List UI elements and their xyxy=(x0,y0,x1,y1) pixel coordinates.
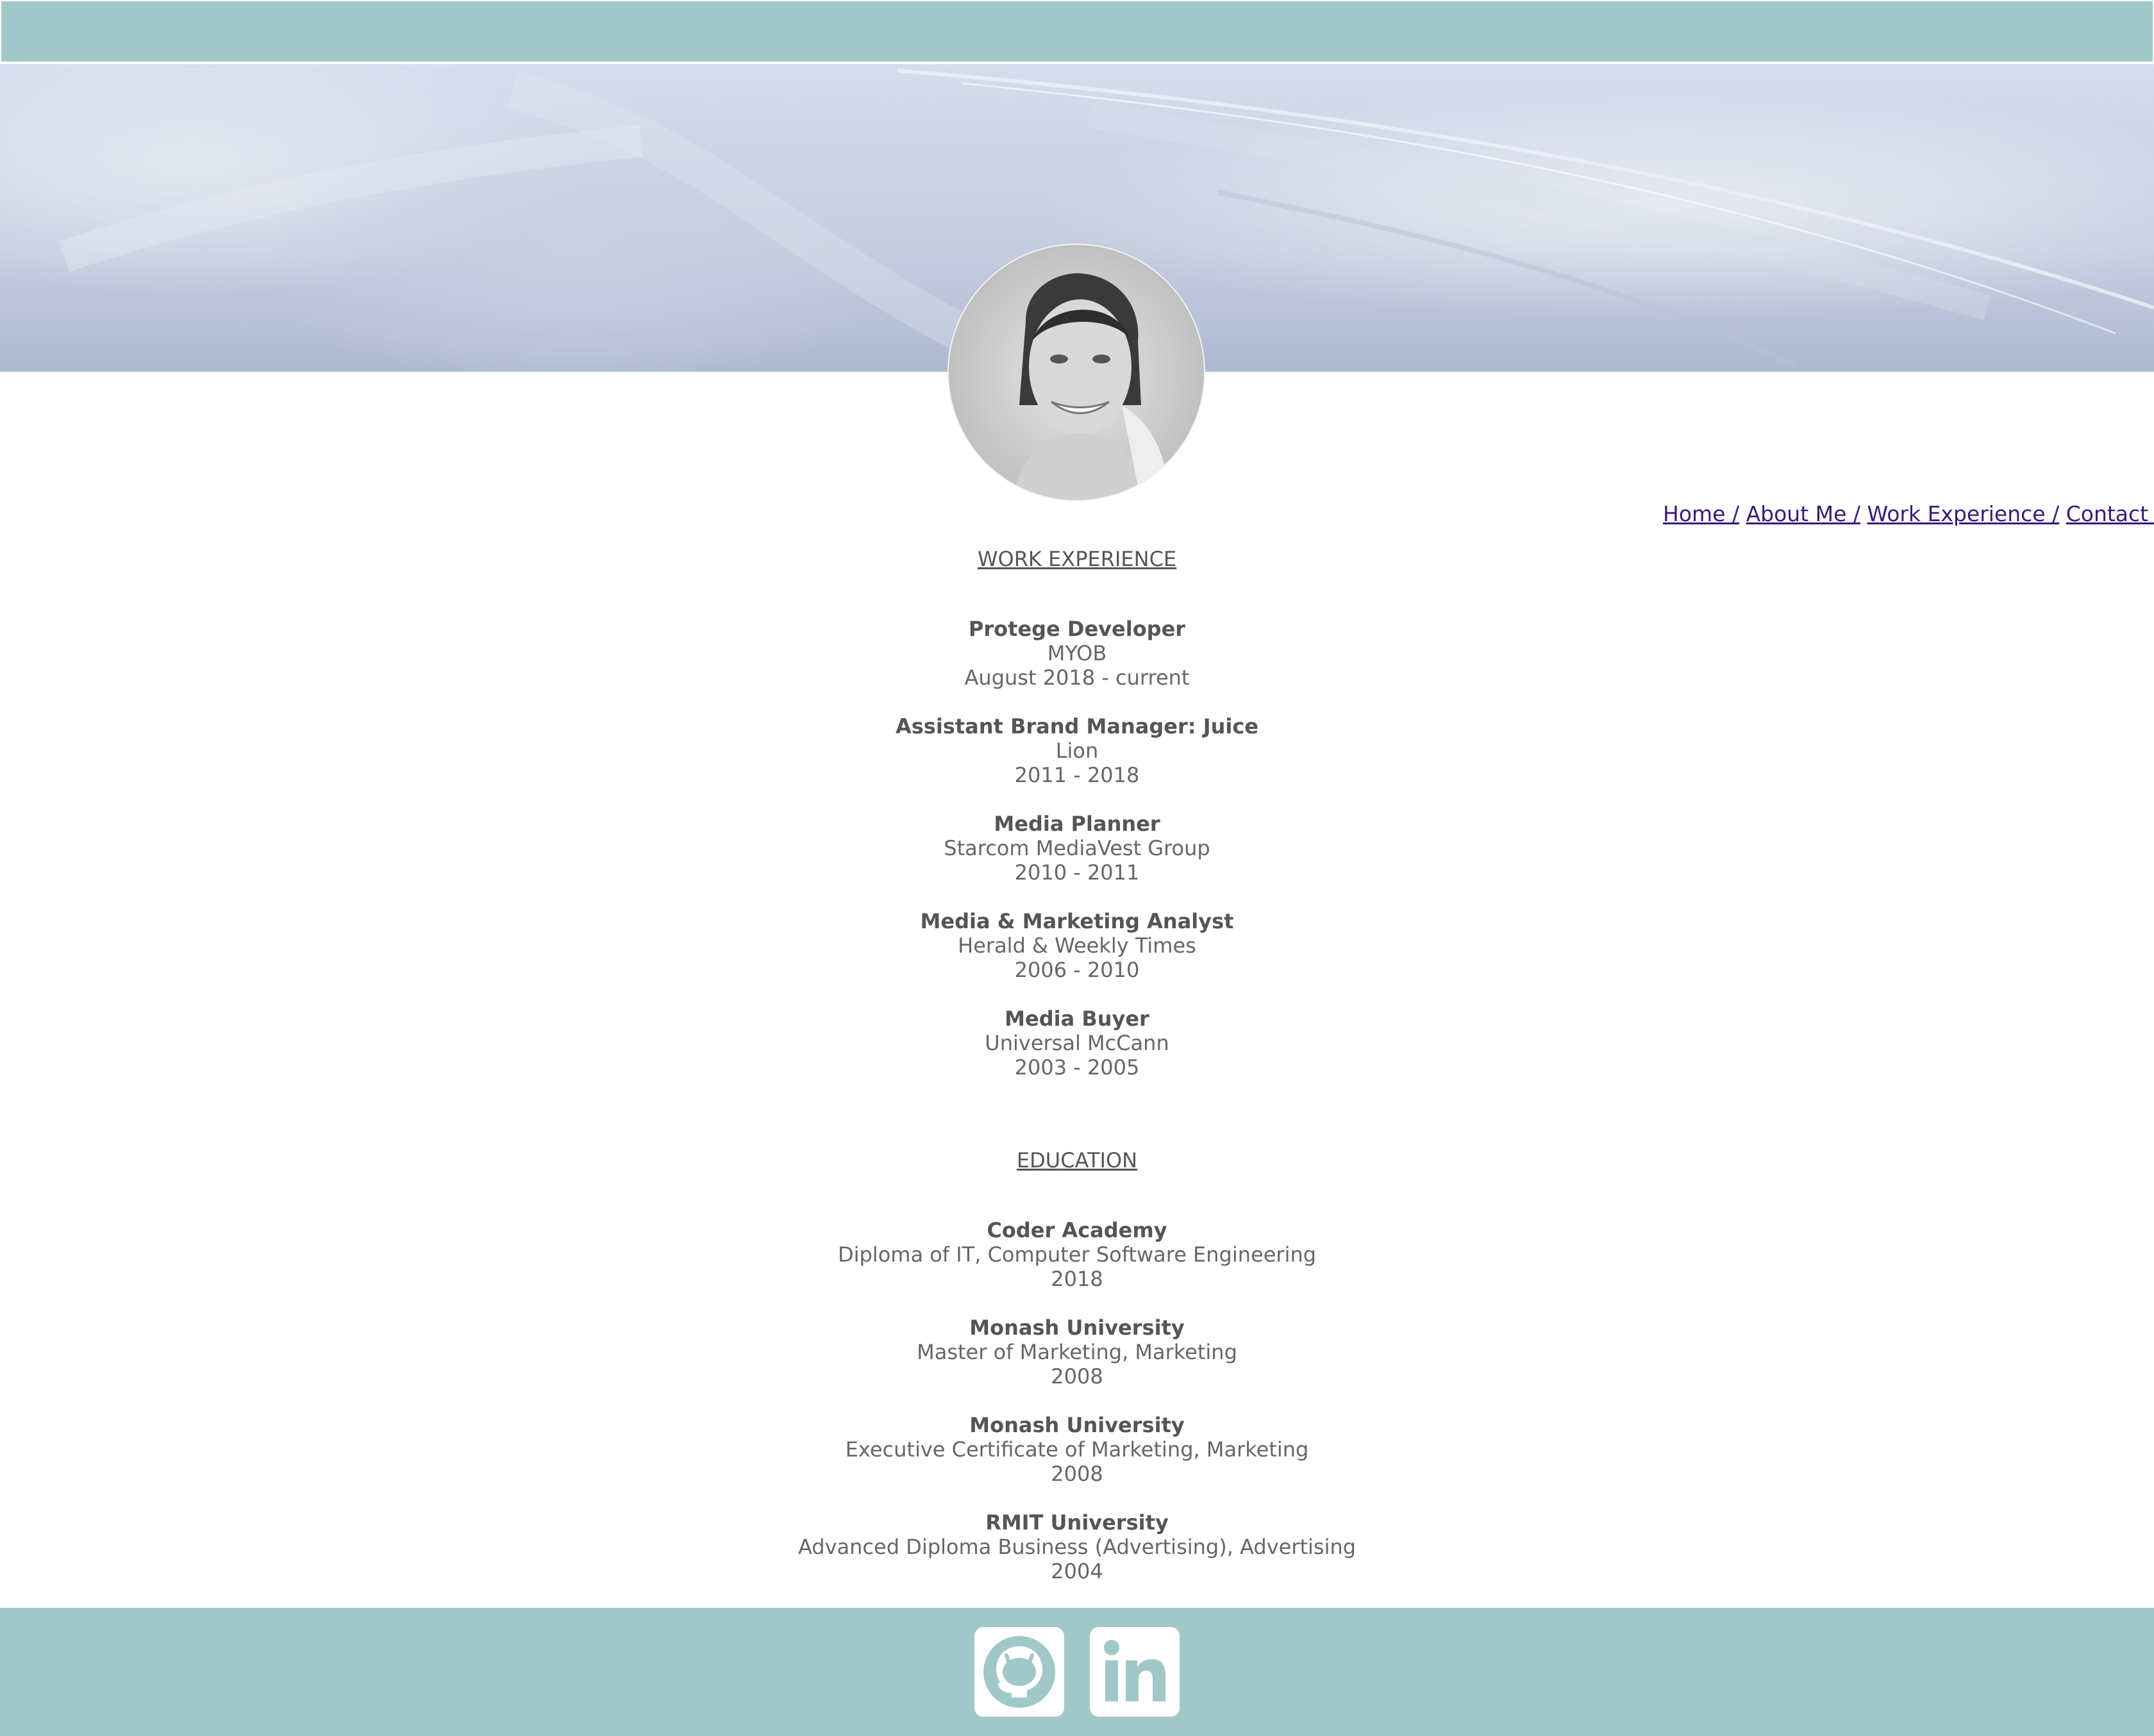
education-entry: Monash University Master of Marketing, M… xyxy=(0,1315,2154,1389)
nav-home-link[interactable]: Home / xyxy=(1663,501,1739,526)
job-title: Media Planner xyxy=(994,812,1160,836)
github-icon xyxy=(983,1636,1055,1708)
graduation-year: 2004 xyxy=(1051,1559,1103,1583)
portrait-image xyxy=(949,245,1204,500)
graduation-year: 2008 xyxy=(1051,1364,1103,1389)
education-entry: Coder Academy Diploma of IT, Computer So… xyxy=(0,1218,2154,1291)
school-name: Monash University xyxy=(969,1413,1185,1437)
school-name: Coder Academy xyxy=(987,1218,1167,1242)
job-title: Media Buyer xyxy=(1005,1006,1149,1031)
course-name: Diploma of IT, Computer Software Enginee… xyxy=(837,1242,1317,1267)
company-name: MYOB xyxy=(1047,641,1107,665)
job-dates: 2011 - 2018 xyxy=(1014,763,1140,787)
course-name: Advanced Diploma Business (Advertising),… xyxy=(797,1535,1357,1559)
work-entry: Media Buyer Universal McCann 2003 - 2005 xyxy=(0,1006,2154,1080)
work-entry: Assistant Brand Manager: Juice Lion 2011… xyxy=(0,714,2154,787)
nav-contact-link[interactable]: Contact Me xyxy=(2066,501,2154,526)
education-heading: EDUCATION xyxy=(1016,1148,1138,1173)
linkedin-icon xyxy=(1104,1640,1165,1701)
work-entry: Protege Developer MYOB August 2018 - cur… xyxy=(0,617,2154,690)
graduation-year: 2008 xyxy=(1051,1462,1103,1486)
linkedin-link[interactable] xyxy=(1090,1627,1180,1717)
job-dates: August 2018 - current xyxy=(964,665,1190,690)
school-name: RMIT University xyxy=(985,1510,1169,1535)
job-dates: 2010 - 2011 xyxy=(1014,860,1140,885)
company-name: Starcom MediaVest Group xyxy=(944,836,1210,860)
company-name: Lion xyxy=(1055,739,1099,763)
main-nav: Home / About Me / Work Experience / Cont… xyxy=(1663,500,2154,528)
work-entry: Media Planner Starcom MediaVest Group 20… xyxy=(0,812,2154,885)
company-name: Herald & Weekly Times xyxy=(958,933,1196,958)
course-name: Master of Marketing, Marketing xyxy=(917,1340,1237,1364)
graduation-year: 2018 xyxy=(1051,1267,1103,1291)
nav-work-experience-link[interactable]: Work Experience / xyxy=(1867,501,2060,526)
job-title: Protege Developer xyxy=(968,617,1186,641)
job-dates: 2006 - 2010 xyxy=(1014,958,1140,982)
work-entry: Media & Marketing Analyst Herald & Weekl… xyxy=(0,909,2154,982)
job-dates: 2003 - 2005 xyxy=(1014,1055,1140,1080)
footer xyxy=(0,1608,2154,1736)
company-name: Universal McCann xyxy=(985,1031,1169,1055)
job-title: Assistant Brand Manager: Juice xyxy=(895,714,1259,739)
education-entry: Monash University Executive Certificate … xyxy=(0,1413,2154,1486)
profile-photo xyxy=(948,244,1205,501)
work-experience-heading: WORK EXPERIENCE xyxy=(977,547,1177,571)
course-name: Executive Certificate of Marketing, Mark… xyxy=(845,1437,1309,1462)
top-bar xyxy=(0,0,2154,63)
education-entry: RMIT University Advanced Diploma Busines… xyxy=(0,1510,2154,1583)
job-title: Media & Marketing Analyst xyxy=(920,909,1234,933)
github-link[interactable] xyxy=(974,1627,1064,1717)
nav-about-link[interactable]: About Me / xyxy=(1746,501,1860,526)
school-name: Monash University xyxy=(969,1315,1185,1340)
